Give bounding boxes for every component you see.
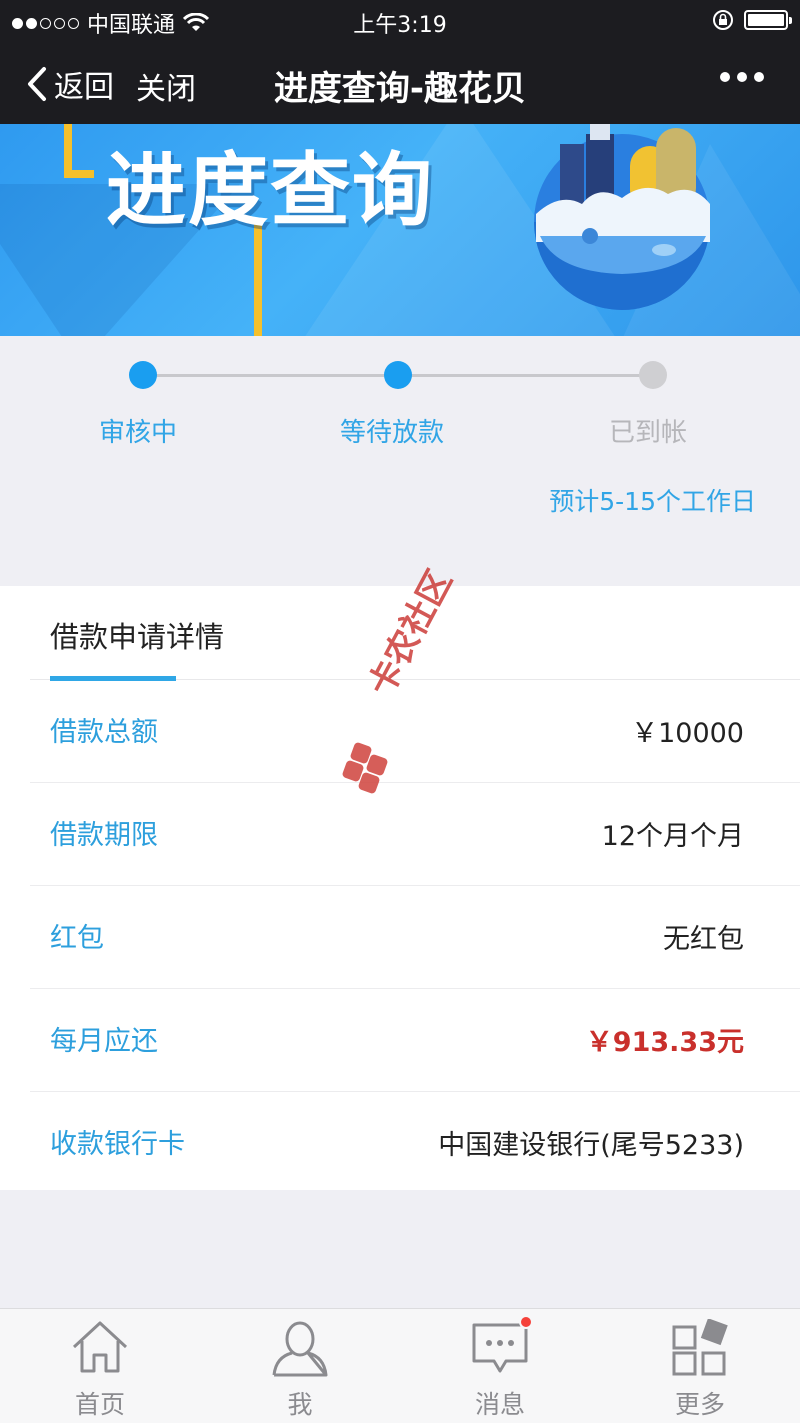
user-icon (272, 1321, 328, 1377)
tab-more[interactable]: 更多 (600, 1309, 800, 1423)
notification-badge (519, 1315, 533, 1329)
step-label-awaiting-disbursal: 等待放款 (339, 418, 444, 448)
clock: 上午3:19 (353, 13, 447, 38)
detail-value: ￥10000 (631, 718, 744, 749)
detail-value: 中国建设银行(尾号5233) (438, 1130, 744, 1161)
tab-label: 我 (287, 1390, 313, 1419)
step-dot-received (639, 361, 667, 389)
page-title: 进度查询-趣花贝 (273, 69, 527, 109)
tab-me[interactable]: 我 (200, 1309, 400, 1423)
tab-label: 消息 (474, 1390, 525, 1419)
detail-row-total: 借款总额 ￥10000 (30, 680, 800, 783)
step-label-received: 已到帐 (608, 418, 687, 448)
banner-illustration-icon (534, 124, 710, 310)
more-dots-icon[interactable] (720, 72, 764, 82)
status-bar: 中国联通 上午3:19 (0, 0, 800, 42)
detail-row-bank-card: 收款银行卡 中国建设银行(尾号5233) (30, 1092, 800, 1195)
details-header: 借款申请详情 (50, 620, 225, 654)
step-dot-reviewing (129, 361, 157, 389)
nav-bar: 返回 关闭 进度查询-趣花贝 (0, 42, 800, 124)
progress-tracker: 审核中 等待放款 已到帐 预计5-15个工作日 (0, 336, 800, 586)
orientation-lock-icon (713, 10, 733, 30)
banner: 进度查询 (0, 124, 800, 336)
detail-label: 借款总额 (50, 717, 158, 748)
estimate-text: 预计5-15个工作日 (549, 487, 756, 516)
home-icon (72, 1321, 128, 1373)
step-dot-awaiting-disbursal (384, 361, 412, 389)
detail-label: 借款期限 (50, 820, 158, 851)
banner-decoration (64, 124, 72, 176)
banner-title: 进度查询 (106, 144, 434, 237)
battery-icon (744, 10, 792, 30)
loan-details-card: 借款申请详情 借款总额 ￥10000 借款期限 12个月个月 红包 无红包 每月… (0, 586, 800, 1190)
tab-label: 更多 (674, 1390, 725, 1419)
detail-row-red-packet: 红包 无红包 (30, 886, 800, 989)
detail-label: 每月应还 (50, 1026, 158, 1057)
tab-bar: 首页 我 消息 更多 (0, 1308, 800, 1423)
detail-label: 红包 (50, 923, 104, 954)
detail-label: 收款银行卡 (50, 1129, 185, 1160)
detail-row-monthly-payment: 每月应还 ￥913.33元 (30, 989, 800, 1092)
more-grid-icon (672, 1319, 728, 1376)
detail-value: 无红包 (663, 924, 744, 955)
detail-row-term: 借款期限 12个月个月 (30, 783, 800, 886)
step-label-reviewing: 审核中 (98, 418, 177, 448)
detail-value: 12个月个月 (601, 821, 744, 852)
detail-value: ￥913.33元 (585, 1027, 744, 1058)
tab-messages[interactable]: 消息 (400, 1309, 600, 1423)
tab-home[interactable]: 首页 (0, 1309, 200, 1423)
tab-label: 首页 (74, 1390, 125, 1419)
